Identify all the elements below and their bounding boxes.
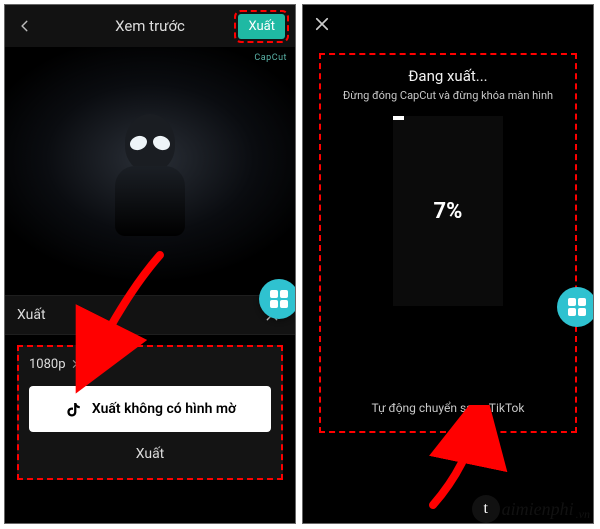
auto-share-label: Tự động chuyển sang TikTok xyxy=(372,401,525,415)
tiktok-icon xyxy=(64,400,82,418)
chevron-left-icon xyxy=(18,19,32,33)
export-progress-panel: Đang xuất... Đừng đóng CapCut và đừng kh… xyxy=(319,53,577,433)
floating-menu-button[interactable] xyxy=(557,287,594,327)
exporting-subtitle: Đừng đóng CapCut và đừng khóa màn hình xyxy=(343,89,553,102)
export-no-watermark-button[interactable]: Xuất không có hình mờ xyxy=(29,386,271,432)
capcut-watermark-label: CapCut xyxy=(254,53,287,63)
export-progress-thumbnail: 7% xyxy=(393,116,503,306)
exporting-title: Đang xuất... xyxy=(408,67,487,85)
export-row: Xuất xyxy=(5,295,295,335)
progress-topbar xyxy=(303,5,593,47)
resolution-row[interactable]: 1080p xyxy=(29,357,271,372)
watermark-badge: t xyxy=(472,495,500,523)
watermark-suffix: .vn xyxy=(576,507,590,522)
resolution-value: 1080p xyxy=(29,357,66,372)
export-row-label: Xuất xyxy=(17,307,46,323)
export-button-top[interactable]: Xuất xyxy=(238,14,285,39)
export-options-panel: 1080p Xuất không có hình mờ Xuất xyxy=(17,345,283,480)
phone-export-progress-screen: Đang xuất... Đừng đóng CapCut và đừng kh… xyxy=(302,4,594,524)
export-plain-button[interactable]: Xuất xyxy=(29,446,271,462)
phone-preview-screen: Xem trước Xuất CapCut Xuất 1080p xyxy=(4,4,296,524)
preview-topbar: Xem trước Xuất xyxy=(5,5,295,47)
grid-icon xyxy=(270,290,288,308)
video-preview[interactable]: CapCut xyxy=(5,47,295,295)
export-no-watermark-label: Xuất không có hình mờ xyxy=(92,401,236,417)
export-percent: 7% xyxy=(434,199,463,224)
preview-thumbnail-figure xyxy=(105,106,195,236)
watermark-name: aimienphi xyxy=(502,499,574,520)
site-watermark: t aimienphi .vn xyxy=(472,495,590,523)
grid-icon xyxy=(568,298,586,316)
close-icon xyxy=(313,15,331,33)
close-progress-button[interactable] xyxy=(313,14,331,39)
back-button[interactable] xyxy=(15,16,35,36)
chevron-right-icon xyxy=(70,358,80,372)
floating-menu-button[interactable] xyxy=(259,279,296,319)
